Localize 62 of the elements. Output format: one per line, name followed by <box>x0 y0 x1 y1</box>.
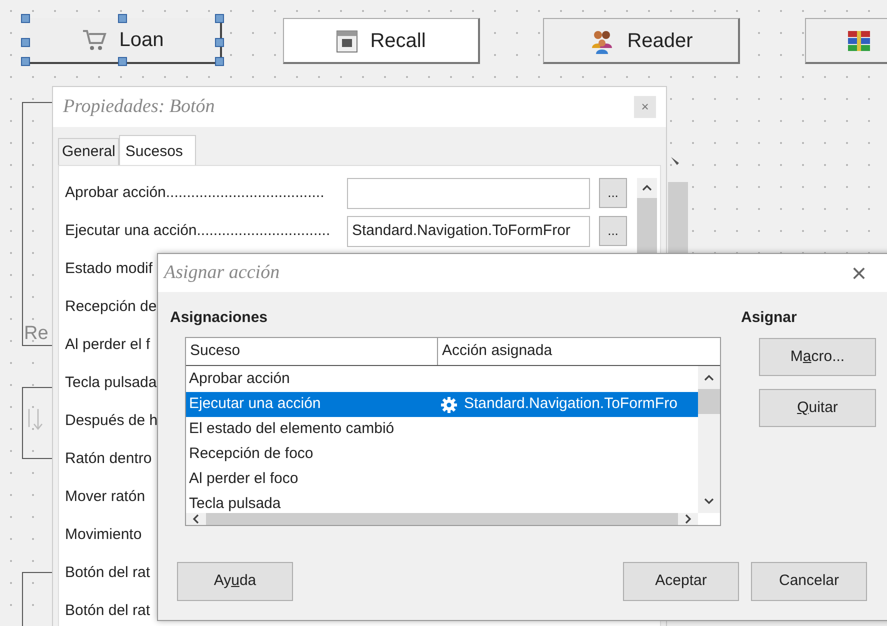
window-title: Asignar acción <box>164 260 280 285</box>
dialog-button[interactable]: Aceptar <box>623 562 739 601</box>
frame-label: Re <box>24 322 48 346</box>
table-row[interactable]: El estado del elemento cambió <box>186 417 698 442</box>
event-cell-text: El estado del elemento cambió <box>188 419 396 440</box>
browse-button[interactable]: ... <box>599 216 627 246</box>
event-label: Mover ratón <box>65 488 146 505</box>
column-header[interactable]: Acción asignada <box>438 338 720 365</box>
action-button[interactable]: Quitar <box>759 389 876 427</box>
scrollbar[interactable] <box>698 366 720 513</box>
gear-icon <box>440 396 458 414</box>
event-label: Ratón dentro <box>65 450 152 467</box>
event-label: Botón del rat <box>65 602 150 619</box>
action-button[interactable]: Macro... <box>759 338 876 376</box>
event-label: Después de h <box>65 412 158 429</box>
table-row[interactable]: Aprobar acción <box>186 367 698 392</box>
column-header[interactable]: Suceso <box>186 338 438 365</box>
books-icon <box>846 28 872 52</box>
tab[interactable]: Sucesos <box>119 135 196 165</box>
event-label: Recepción de <box>65 298 157 315</box>
close-button[interactable]: × <box>844 260 874 286</box>
action-cell-text: Standard.Navigation.ToFormFro <box>464 394 678 414</box>
cart-icon <box>81 27 108 53</box>
macro-field[interactable] <box>347 178 590 208</box>
table-row[interactable]: Al perder el foco <box>186 467 698 492</box>
resize-handle[interactable] <box>21 14 30 23</box>
resize-handle[interactable] <box>215 57 224 66</box>
event-label: Al perder el f <box>65 336 150 353</box>
resize-handle[interactable] <box>215 14 224 23</box>
section-heading: Asignaciones <box>170 308 269 327</box>
event-cell-text: Recepción de foco <box>188 444 314 464</box>
dialog-button[interactable]: Ayuda <box>177 562 293 601</box>
event-label: Tecla pulsada <box>65 374 157 391</box>
table-row[interactable]: Ejecutar una acción Standard.Navigation.ToFormFro <box>186 392 698 417</box>
event-cell-text: Aprobar acción <box>188 369 291 390</box>
section-heading: Asignar <box>741 308 798 327</box>
event-cell-text: Tecla pulsada <box>188 494 282 513</box>
event-label: Aprobar acción...................................... <box>65 184 324 201</box>
calendar-icon <box>336 28 358 52</box>
event-label: Estado modif <box>65 260 153 277</box>
resize-handle[interactable] <box>118 14 127 23</box>
pin-icon <box>669 155 681 167</box>
dialog-button[interactable]: Cancelar <box>751 562 867 601</box>
form-button[interactable]: Recall <box>283 18 480 64</box>
event-cell-text: Al perder el foco <box>188 469 300 490</box>
resize-handle[interactable] <box>215 38 224 47</box>
browse-button[interactable]: ... <box>599 178 627 208</box>
event-label: Botón del rat <box>65 564 150 581</box>
tab[interactable]: General <box>58 138 120 165</box>
table-row[interactable]: Tecla pulsada <box>186 492 698 513</box>
event-label: Movimiento <box>65 526 142 543</box>
form-button[interactable]: Reader <box>543 18 740 64</box>
close-button[interactable]: × <box>634 96 656 118</box>
window-title: Propiedades: Botón <box>63 94 215 119</box>
event-cell-text: Ejecutar una acción <box>188 394 322 414</box>
resize-handle[interactable] <box>21 38 30 47</box>
resize-handle[interactable] <box>118 57 127 66</box>
resize-handle[interactable] <box>21 57 30 66</box>
scrollbar-thumb[interactable] <box>698 389 720 414</box>
event-label: Ejecutar una acción................................ <box>65 222 330 239</box>
macro-field[interactable]: Standard.Navigation.ToFormFror <box>347 216 590 246</box>
table-row[interactable]: Recepción de foco <box>186 442 698 467</box>
